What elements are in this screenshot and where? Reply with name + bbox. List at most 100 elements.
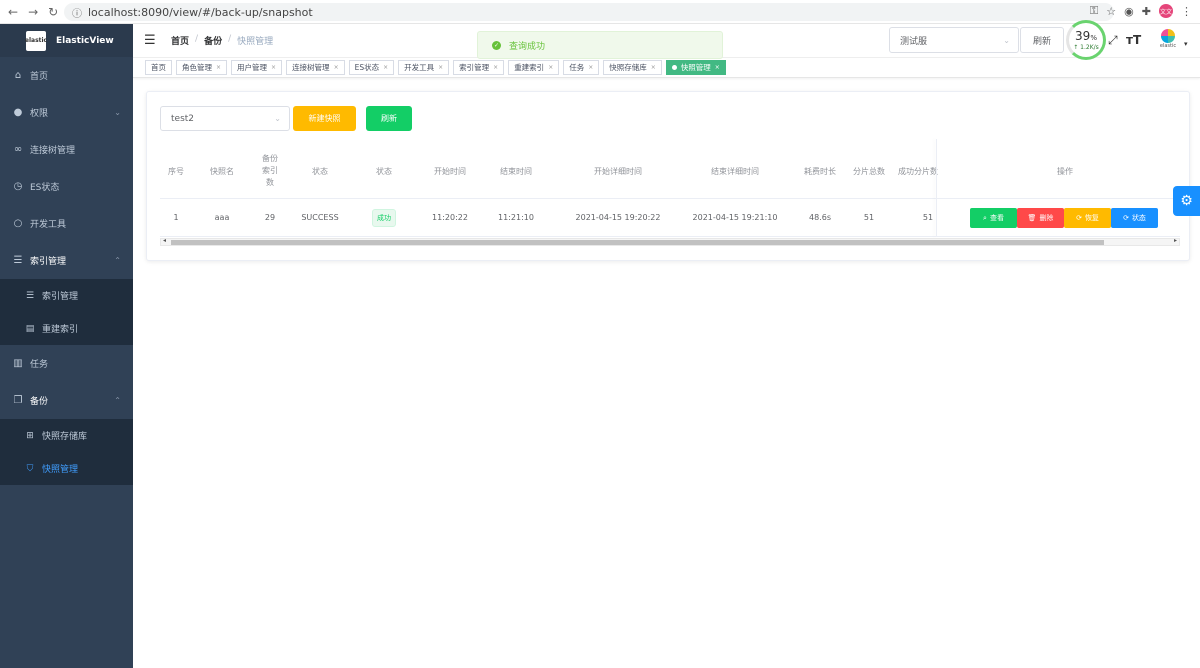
- status-badge: 成功: [372, 208, 396, 227]
- resource-gauge: 39% ↑ 1.2K/s: [1066, 20, 1106, 60]
- th-start-detail: 开始详细时间: [594, 166, 642, 176]
- cell-start-detail: 2021-04-15 19:20:22: [575, 213, 661, 222]
- back-icon[interactable]: ←: [8, 5, 18, 19]
- close-icon[interactable]: ×: [493, 64, 498, 71]
- breadcrumb-current: 快照管理: [237, 37, 274, 47]
- profile-avatar[interactable]: 文文: [1159, 4, 1173, 18]
- fullscreen-icon[interactable]: ⤢: [1108, 33, 1118, 48]
- th-end-detail: 结束详细时间: [711, 166, 759, 176]
- reload-icon[interactable]: ↻: [48, 5, 58, 19]
- close-icon[interactable]: ×: [438, 64, 443, 71]
- tag-role-management[interactable]: 角色管理 ×: [176, 60, 228, 75]
- refresh-icon: ⟳: [1076, 214, 1082, 222]
- address-text: localhost:8090/view/#/back-up/snapshot: [88, 5, 313, 19]
- environment-select-value: 测试服: [900, 36, 928, 47]
- tag-snapshot-management[interactable]: 快照管理 ×: [665, 60, 726, 75]
- active-dot: [671, 65, 677, 70]
- star-icon[interactable]: ☆: [1106, 5, 1116, 18]
- document-icon: ▥: [13, 358, 23, 369]
- database-icon: ☰: [13, 255, 23, 266]
- puzzle-icon[interactable]: ✚: [1142, 5, 1151, 18]
- restore-button[interactable]: ⟳ 恢复: [1064, 208, 1111, 228]
- toast-message: 查询成功: [509, 41, 546, 52]
- status-button[interactable]: ⟳ 状态: [1111, 208, 1158, 228]
- scrollbar-thumb[interactable]: [171, 240, 1104, 245]
- elastic-logo-icon: elastic: [25, 30, 47, 51]
- close-icon[interactable]: ×: [271, 64, 276, 71]
- refresh-button[interactable]: 刷新: [366, 106, 412, 131]
- breadcrumb-backup[interactable]: 备份: [204, 34, 222, 47]
- sidebar-item-backup[interactable]: ❐ 备份 ⌃: [0, 382, 133, 419]
- user-avatar[interactable]: elastic: [1156, 29, 1180, 49]
- sidebar-subitem-snapshot-management[interactable]: ⛉ 快照管理: [0, 452, 133, 485]
- sidebar: elastic ElasticView ⌂ 首页 ● 权限 ⌄ ∞ 连接树管理 ◷ ES状…: [0, 24, 133, 668]
- view-button[interactable]: ⌕ 查看: [970, 208, 1017, 228]
- close-icon[interactable]: ×: [216, 64, 221, 71]
- sidebar-subitem-reindex[interactable]: ▤ 重建索引: [0, 312, 133, 345]
- horizontal-scrollbar[interactable]: ◂ ▸: [160, 237, 1180, 246]
- tag-dev-tools[interactable]: 开发工具 ×: [398, 60, 450, 75]
- gauge-percent: 39: [1075, 28, 1091, 43]
- close-icon[interactable]: ×: [715, 64, 720, 71]
- scroll-left-icon[interactable]: ◂: [163, 237, 166, 244]
- hamburger-icon[interactable]: ☰: [144, 33, 158, 48]
- environment-select[interactable]: 测试服 ⌄: [889, 27, 1019, 53]
- sidebar-item-home[interactable]: ⌂ 首页: [0, 57, 133, 94]
- menu-dots-icon[interactable]: ⋮: [1181, 5, 1192, 18]
- repository-select[interactable]: test2 ⌄: [160, 106, 290, 131]
- chevron-down-icon: ⌄: [274, 114, 281, 123]
- check-circle-icon: ✓: [492, 40, 501, 50]
- close-icon[interactable]: ×: [383, 64, 388, 71]
- caret-down-icon[interactable]: ▾: [1184, 40, 1188, 48]
- repository-select-value: test2: [171, 113, 195, 124]
- address-bar[interactable]: ⓘ localhost:8090/view/#/back-up/snapshot: [64, 3, 1114, 21]
- close-icon[interactable]: ×: [548, 64, 553, 71]
- forward-icon[interactable]: →: [28, 5, 38, 19]
- table-row: 1 aaa 29 SUCCESS 成功 11:20:22 11:21:10 20…: [160, 199, 1180, 237]
- sidebar-item-dev-tools[interactable]: ○ 开发工具: [0, 205, 133, 242]
- new-snapshot-button[interactable]: 新建快照: [293, 106, 356, 131]
- sidebar-item-link-tree[interactable]: ∞ 连接树管理: [0, 131, 133, 168]
- sidebar-item-index-management[interactable]: ☰ 索引管理 ⌃: [0, 242, 133, 279]
- cell-end: 11:21:10: [498, 213, 534, 222]
- tag-user-management[interactable]: 用户管理 ×: [231, 60, 283, 75]
- sidebar-subitem-index-management[interactable]: ☰ 索引管理: [0, 279, 133, 312]
- box-icon: ⊞: [26, 430, 34, 441]
- header-refresh-button[interactable]: 刷新: [1020, 27, 1064, 53]
- sidebar-subitem-snapshot-repo[interactable]: ⊞ 快照存储库: [0, 419, 133, 452]
- success-toast: ✓ 查询成功: [477, 31, 723, 59]
- close-icon[interactable]: ×: [334, 64, 339, 71]
- tag-home[interactable]: 首页: [145, 60, 172, 75]
- delete-button[interactable]: 🗑 删除: [1017, 208, 1064, 228]
- breadcrumb-home[interactable]: 首页: [171, 34, 189, 47]
- extension-icon[interactable]: ◉: [1124, 5, 1134, 18]
- tag-link-tree[interactable]: 连接树管理 ×: [286, 60, 345, 75]
- sidebar-item-tasks[interactable]: ▥ 任务: [0, 345, 133, 382]
- cell-indices-count: 29: [264, 213, 276, 222]
- tag-snapshot-repo[interactable]: 快照存储库 ×: [603, 60, 662, 75]
- settings-gear-icon[interactable]: ⚙: [1173, 186, 1200, 216]
- app-logo[interactable]: elastic ElasticView: [0, 24, 133, 57]
- table-header: 序号 快照名 备份索引数 状态 状态 开始时间 结束时间 开始详细时间 结束详细…: [160, 144, 1180, 199]
- close-icon[interactable]: ×: [588, 64, 593, 71]
- tag-index-management[interactable]: 索引管理 ×: [453, 60, 505, 75]
- key-icon[interactable]: ⚿: [1090, 4, 1098, 18]
- search-icon: ⌕: [983, 213, 987, 222]
- tag-reindex[interactable]: 重建索引 ×: [508, 60, 560, 75]
- close-icon[interactable]: ×: [651, 64, 656, 71]
- font-size-icon[interactable]: тT: [1126, 33, 1141, 47]
- copy-icon: ▤: [25, 323, 35, 334]
- fixed-column-divider: [936, 139, 937, 237]
- sidebar-item-es-status[interactable]: ◷ ES状态: [0, 168, 133, 205]
- scroll-right-icon[interactable]: ▸: [1174, 237, 1177, 244]
- link-icon: ∞: [13, 144, 23, 155]
- tag-es-status[interactable]: ES状态 ×: [348, 60, 395, 75]
- tag-tasks[interactable]: 任务 ×: [563, 60, 600, 75]
- cell-name: aaa: [214, 213, 230, 222]
- trash-icon: 🗑: [1027, 214, 1037, 222]
- gauge-speed: ↑ 1.2K/s: [1073, 43, 1099, 51]
- sidebar-item-permission[interactable]: ● 权限 ⌄: [0, 94, 133, 131]
- cell-end-detail: 2021-04-15 19:21:10: [692, 213, 778, 222]
- info-icon[interactable]: ⓘ: [72, 5, 82, 20]
- bag-icon: ⛉: [26, 463, 34, 474]
